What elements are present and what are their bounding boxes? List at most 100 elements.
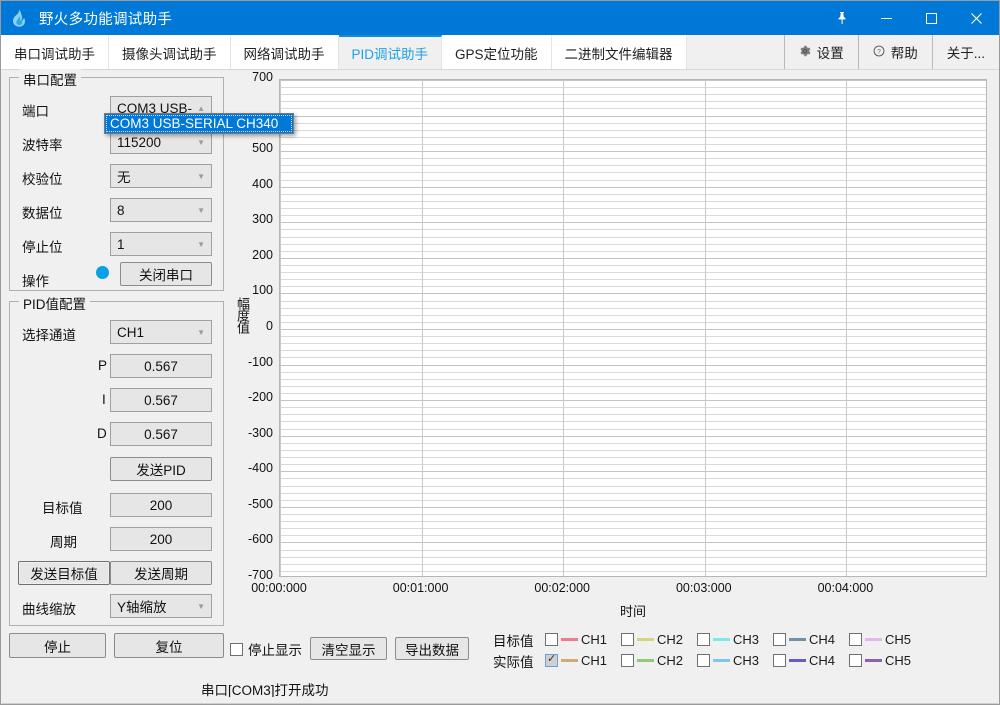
legend-item-目标值-CH1[interactable]: CH1 [545, 632, 621, 647]
parity-label: 校验位 [22, 172, 63, 187]
chart-hgridline [280, 200, 986, 202]
legend-item-实际值-CH1[interactable]: CH1 [545, 652, 621, 668]
chart-y-tick-label: -400 [247, 461, 273, 476]
serial-status-indicator [96, 266, 109, 279]
operation-label: 操作 [22, 274, 49, 289]
legend-item-实际值-CH3[interactable]: CH3 [697, 653, 773, 668]
minimize-icon[interactable] [864, 1, 909, 35]
chart-hgridline [280, 414, 986, 416]
clear-display-button[interactable]: 清空显示 [310, 637, 387, 660]
channel-combo-value: CH1 [117, 324, 145, 340]
tab-network[interactable]: 网络调试助手 [230, 35, 339, 69]
port-dropdown-item[interactable]: COM3 USB-SERIAL CH340 [104, 113, 294, 134]
tab-bar: 串口调试助手 摄像头调试助手 网络调试助手 PID调试助手 GPS定位功能 二进… [1, 35, 999, 70]
legend-channel-label: CH3 [733, 653, 760, 668]
legend-checkbox[interactable] [773, 633, 786, 646]
maximize-icon[interactable] [909, 1, 954, 35]
tab-pid[interactable]: PID调试助手 [338, 35, 443, 69]
reset-button[interactable]: 复位 [114, 633, 224, 658]
legend-checkbox[interactable] [545, 652, 558, 667]
chart-hgridline [280, 80, 986, 81]
serial-config-title: 串口配置 [19, 69, 81, 89]
chart-hgridline [280, 449, 986, 451]
chart-hgridline [280, 407, 986, 409]
send-period-button[interactable]: 发送周期 [110, 561, 212, 585]
tab-serial[interactable]: 串口调试助手 [1, 35, 109, 69]
legend-checkbox[interactable] [621, 633, 634, 646]
send-pid-button[interactable]: 发送PID [110, 457, 212, 481]
channel-label: 选择通道 [22, 328, 76, 343]
chart-y-tick-label: -700 [247, 568, 273, 582]
stop-display-checkbox[interactable] [230, 642, 243, 656]
databits-combo[interactable]: 8 ▼ [110, 198, 212, 222]
close-serial-button[interactable]: 关闭串口 [120, 262, 212, 286]
legend-checkbox[interactable] [697, 654, 710, 667]
stop-button[interactable]: 停止 [9, 633, 106, 658]
p-input[interactable]: 0.567 [110, 354, 212, 378]
legend-checkbox[interactable] [621, 654, 634, 667]
chart-y-tick-label: -100 [247, 354, 273, 369]
legend-item-实际值-CH2[interactable]: CH2 [621, 653, 697, 668]
chart-hgridline [280, 506, 986, 508]
legend-color-swatch [561, 659, 578, 662]
legend-checkbox[interactable] [697, 633, 710, 646]
legend-color-swatch [865, 638, 882, 641]
legend-checkbox[interactable] [773, 654, 786, 667]
legend-checkbox[interactable] [545, 633, 558, 646]
settings-button[interactable]: 设置 [783, 35, 858, 69]
chart-hgridline [280, 528, 986, 530]
legend-item-目标值-CH4[interactable]: CH4 [773, 632, 849, 647]
stop-display-checkbox-row[interactable]: 停止显示 [230, 639, 302, 659]
close-icon[interactable] [954, 1, 999, 35]
send-target-button[interactable]: 发送目标值 [18, 561, 110, 585]
chevron-up-icon: ▲ [197, 103, 205, 113]
about-button[interactable]: 关于... [931, 35, 999, 69]
tab-binary-editor[interactable]: 二进制文件编辑器 [551, 35, 687, 69]
chart-hgridline [280, 193, 986, 195]
chart-vgridline [704, 80, 706, 576]
export-data-button[interactable]: 导出数据 [395, 637, 469, 660]
legend-item-实际值-CH5[interactable]: CH5 [849, 653, 925, 668]
chart-hgridline [280, 371, 986, 373]
period-input[interactable]: 200 [110, 527, 212, 551]
chart-hgridline [280, 101, 986, 103]
channel-combo[interactable]: CH1 ▼ [110, 320, 212, 344]
legend-item-实际值-CH4[interactable]: CH4 [773, 653, 849, 668]
title-bar: 野火多功能调试助手 [1, 1, 999, 35]
chart-hgridline [280, 94, 986, 96]
tab-label: 网络调试助手 [243, 47, 325, 62]
chart-hgridline [280, 435, 986, 437]
tab-camera[interactable]: 摄像头调试助手 [109, 35, 231, 69]
chart-hgridline [280, 428, 986, 430]
legend-item-目标值-CH3[interactable]: CH3 [697, 632, 773, 647]
period-label: 周期 [50, 535, 77, 550]
chart-x-tick-label: 00:02:000 [534, 581, 590, 595]
stopbits-combo-value: 1 [117, 236, 125, 252]
legend-color-swatch [865, 659, 882, 662]
chart-hgridline [280, 563, 986, 565]
tab-gps[interactable]: GPS定位功能 [442, 35, 552, 69]
d-input[interactable]: 0.567 [110, 422, 212, 446]
target-input[interactable]: 200 [110, 493, 212, 517]
curve-zoom-combo[interactable]: Y轴缩放 ▼ [110, 594, 212, 618]
legend-channel-label: CH2 [657, 632, 684, 647]
chart-hgridline [280, 485, 986, 487]
legend-checkbox[interactable] [849, 633, 862, 646]
chart-hgridline [280, 136, 986, 138]
legend-color-swatch [713, 638, 730, 641]
stopbits-combo[interactable]: 1 ▼ [110, 232, 212, 256]
legend-channel-label: CH1 [581, 632, 608, 647]
legend-checkbox[interactable] [849, 654, 862, 667]
legend-item-目标值-CH5[interactable]: CH5 [849, 632, 925, 647]
i-input[interactable]: 0.567 [110, 388, 212, 412]
chart-hgridline [280, 257, 986, 259]
legend-item-目标值-CH2[interactable]: CH2 [621, 632, 697, 647]
parity-combo[interactable]: 无 ▼ [110, 164, 212, 188]
chart-hgridline [280, 321, 986, 323]
help-button[interactable]: ? 帮助 [857, 35, 932, 69]
chart-y-tick-label: 100 [252, 283, 273, 298]
pin-icon[interactable] [819, 1, 864, 35]
parity-combo-value: 无 [117, 170, 131, 185]
stopbits-label: 停止位 [22, 240, 63, 255]
about-label: 关于... [946, 46, 985, 61]
